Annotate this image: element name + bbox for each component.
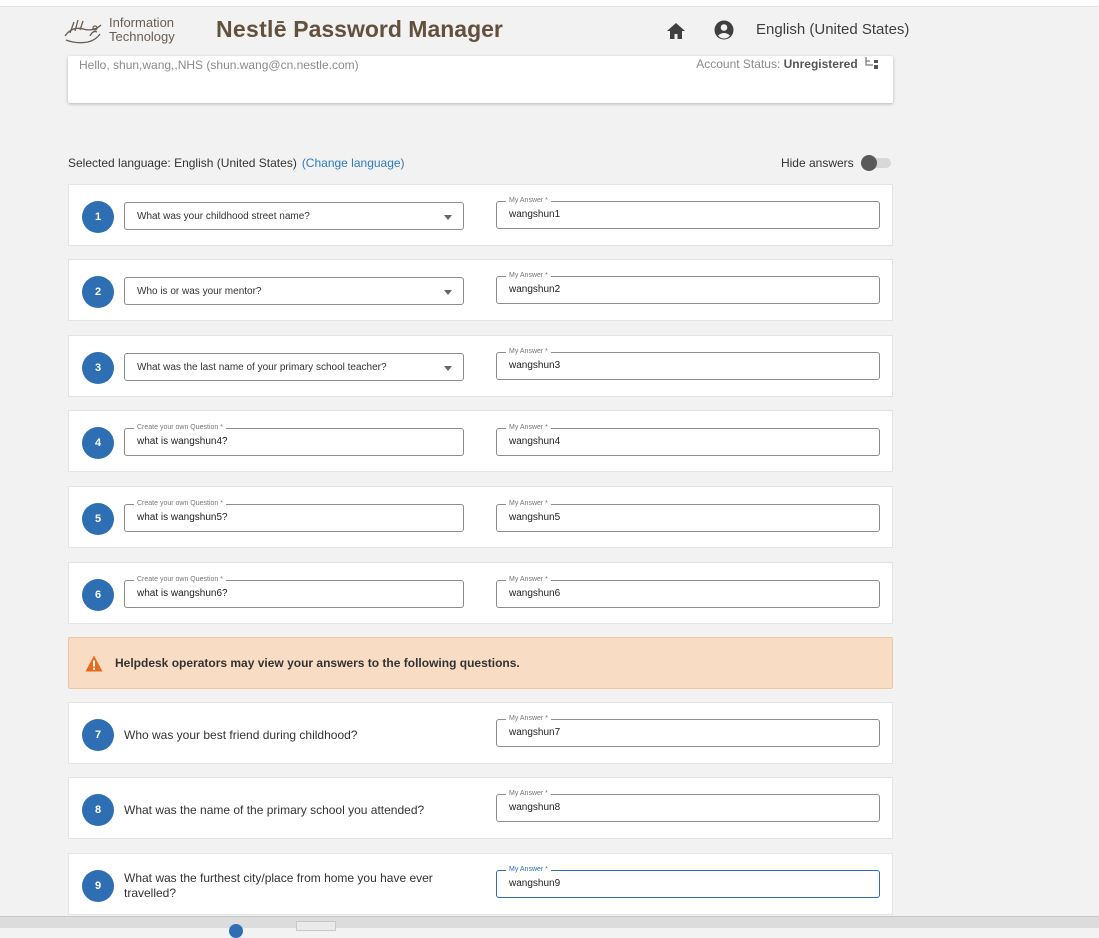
custom-question-label: Create your own Question * xyxy=(134,499,226,508)
custom-question-input[interactable]: Create your own Question * what is wangs… xyxy=(124,575,464,608)
question-number: 5 xyxy=(82,503,114,535)
answer-field-label: My Answer * xyxy=(506,196,551,205)
question-select-value: What was your childhood street name? xyxy=(137,211,310,222)
question-select-value: What was the last name of your primary s… xyxy=(137,362,387,373)
answer-field-label: My Answer * xyxy=(506,499,551,508)
taskbar-app-icon[interactable] xyxy=(229,924,243,938)
taskbar-strip xyxy=(0,916,1099,938)
question-row-8: 8 What was the name of the primary schoo… xyxy=(68,777,893,839)
question-row-7: 7 Who was your best friend during childh… xyxy=(68,702,893,764)
question-row-6: 6 Create your own Question * what is wan… xyxy=(68,562,893,624)
account-status: Account Status: Unregistered xyxy=(696,56,880,71)
answer-input[interactable]: My Answer * wangshun5 xyxy=(496,499,880,532)
answer-field-label: My Answer * xyxy=(506,271,551,280)
warning-triangle-icon xyxy=(85,655,103,672)
custom-question-value: what is wangshun5? xyxy=(137,512,228,523)
account-circle-icon[interactable] xyxy=(713,19,735,41)
custom-question-input[interactable]: Create your own Question * what is wangs… xyxy=(124,499,464,532)
custom-question-value: what is wangshun4? xyxy=(137,436,228,447)
hide-answers-control: Hide answers xyxy=(780,155,891,171)
dropdown-caret-icon xyxy=(444,215,452,220)
question-number: 4 xyxy=(82,427,114,459)
answer-input[interactable]: My Answer * wangshun1 xyxy=(496,196,880,229)
account-status-value: Unregistered xyxy=(783,57,858,71)
question-select[interactable]: What was your childhood street name? xyxy=(124,202,464,230)
it-line-2: Technology xyxy=(109,29,175,44)
answer-value: wangshun3 xyxy=(509,360,561,371)
question-number: 3 xyxy=(82,352,114,384)
question-select[interactable]: Who is or was your mentor? xyxy=(124,277,464,305)
question-number: 9 xyxy=(82,870,114,902)
it-department-label: Information Technology xyxy=(109,16,175,44)
answer-value: wangshun6 xyxy=(509,588,561,599)
answer-field-label: My Answer * xyxy=(506,865,551,874)
custom-question-label: Create your own Question * xyxy=(134,423,226,432)
answer-value: wangshun9 xyxy=(509,878,561,889)
answer-value: wangshun7 xyxy=(509,727,561,738)
custom-question-label: Create your own Question * xyxy=(134,575,226,584)
question-number: 7 xyxy=(82,719,114,751)
dropdown-caret-icon xyxy=(444,290,452,295)
answer-input[interactable]: My Answer * wangshun4 xyxy=(496,423,880,456)
question-number: 6 xyxy=(82,579,114,611)
app-title-text: Password Manager xyxy=(293,16,503,42)
question-text: Who was your best friend during childhoo… xyxy=(124,728,358,742)
question-number: 8 xyxy=(82,794,114,826)
answer-input[interactable]: My Answer * wangshun6 xyxy=(496,575,880,608)
answer-field-label: My Answer * xyxy=(506,575,551,584)
account-status-label: Account Status: xyxy=(696,57,781,71)
language-selector[interactable]: English (United States) xyxy=(756,21,909,38)
taskbar-tab[interactable] xyxy=(296,921,336,931)
question-number: 1 xyxy=(82,201,114,233)
answer-input[interactable]: My Answer * wangshun2 xyxy=(496,271,880,304)
question-row-3: 3 What was the last name of your primary… xyxy=(68,335,893,397)
question-row-2: 2 Who is or was your mentor? My Answer *… xyxy=(68,259,893,321)
question-row-5: 5 Create your own Question * what is wan… xyxy=(68,486,893,548)
answer-value: wangshun1 xyxy=(509,209,561,220)
custom-question-input[interactable]: Create your own Question * what is wangs… xyxy=(124,423,464,456)
answer-field-label: My Answer * xyxy=(506,789,551,798)
answer-input[interactable]: My Answer * wangshun9 xyxy=(496,865,880,898)
app-header: Information Technology Nestlē Password M… xyxy=(0,6,1099,56)
org-chart-icon xyxy=(865,57,878,69)
home-icon[interactable] xyxy=(665,20,687,42)
answer-input[interactable]: My Answer * wangshun7 xyxy=(496,714,880,747)
answer-value: wangshun4 xyxy=(509,436,561,447)
selected-language: Selected language: English (United State… xyxy=(68,156,405,170)
toggle-knob xyxy=(861,155,877,171)
answer-field-label: My Answer * xyxy=(506,347,551,356)
hide-answers-label: Hide answers xyxy=(780,156,854,170)
selected-language-text: Selected language: English (United State… xyxy=(68,156,297,170)
app-title: Nestlē Password Manager xyxy=(216,16,503,43)
question-row-9: 9 What was the furthest city/place from … xyxy=(68,853,893,915)
brand-name: Nestlē xyxy=(216,16,287,42)
answer-input[interactable]: My Answer * wangshun3 xyxy=(496,347,880,380)
question-select[interactable]: What was the last name of your primary s… xyxy=(124,353,464,381)
answer-field-label: My Answer * xyxy=(506,714,551,723)
helpdesk-warning-banner: Helpdesk operators may view your answers… xyxy=(68,637,893,689)
question-number: 2 xyxy=(82,276,114,308)
question-text: What was the furthest city/place from ho… xyxy=(124,871,433,900)
question-row-1: 1 What was your childhood street name? M… xyxy=(68,184,893,246)
custom-question-value: what is wangshun6? xyxy=(137,588,228,599)
nestle-nest-logo-icon xyxy=(64,19,102,44)
answer-value: wangshun5 xyxy=(509,512,561,523)
hide-answers-toggle[interactable] xyxy=(861,155,891,171)
question-select-value: Who is or was your mentor? xyxy=(137,286,262,297)
answer-value: wangshun8 xyxy=(509,802,561,813)
question-text: What was the name of the primary school … xyxy=(124,803,425,817)
language-row: Selected language: English (United State… xyxy=(68,155,893,174)
change-language-link[interactable]: (Change language) xyxy=(302,156,405,170)
answer-input[interactable]: My Answer * wangshun8 xyxy=(496,789,880,822)
question-row-4: 4 Create your own Question * what is wan… xyxy=(68,410,893,472)
it-line-1: Information xyxy=(109,15,175,30)
greeting-text: Hello, shun,wang,,NHS (shun.wang@cn.nest… xyxy=(79,58,359,72)
warning-text: Helpdesk operators may view your answers… xyxy=(115,656,520,670)
answer-field-label: My Answer * xyxy=(506,423,551,432)
dropdown-caret-icon xyxy=(444,366,452,371)
user-info-card: Hello, shun,wang,,NHS (shun.wang@cn.nest… xyxy=(68,56,893,103)
answer-value: wangshun2 xyxy=(509,284,561,295)
